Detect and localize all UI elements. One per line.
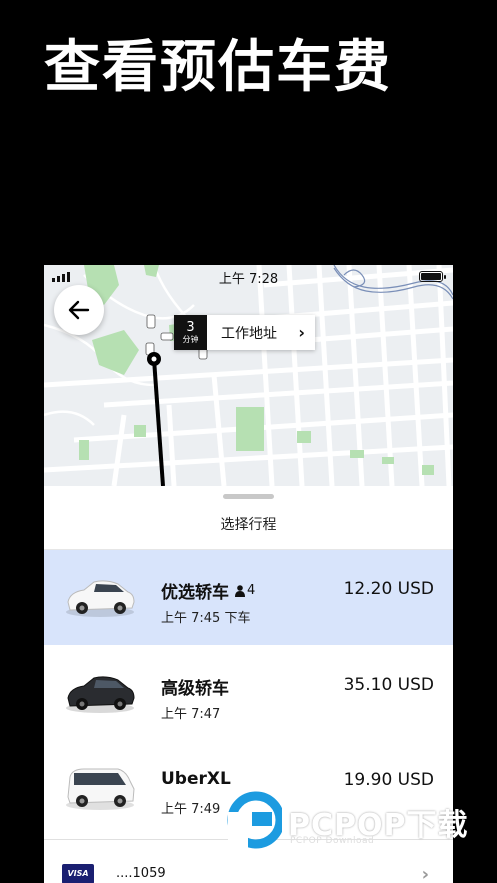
ride-name: 高级轿车	[161, 674, 229, 699]
white-van-icon	[66, 768, 135, 810]
card-number: ....1059	[116, 866, 166, 881]
ride-name-text: UberXL	[161, 769, 231, 789]
capacity-count: 4	[247, 583, 256, 598]
map-view[interactable]	[44, 265, 453, 486]
ride-price: 12.20 USD	[343, 579, 434, 599]
ride-dropoff-time: 上午 7:49	[161, 802, 221, 817]
ride-dropoff-time: 上午 7:47	[161, 707, 221, 722]
ride-name-text: 高级轿车	[161, 679, 229, 699]
drag-handle[interactable]	[223, 494, 274, 499]
visa-card-icon: VISA	[62, 864, 94, 883]
ride-dropoff-time: 上午 7:45 下车	[161, 611, 251, 626]
eta-unit: 分钟	[182, 334, 199, 344]
white-sedan-icon	[66, 580, 135, 617]
pcpop-logo-icon	[227, 791, 285, 852]
chevron-right-icon: ›	[298, 323, 305, 342]
ride-name: UberXL	[161, 769, 231, 789]
ride-price: 19.90 USD	[343, 770, 434, 790]
sheet-title: 选择行程	[220, 517, 277, 533]
destination-label-box: 工作地址 ›	[207, 315, 315, 350]
map-canvas	[44, 265, 453, 486]
black-sedan-icon	[66, 676, 135, 713]
watermark: PCPOP下载 PCPOP Download	[226, 790, 486, 860]
status-time: 上午 7:28	[218, 272, 279, 287]
destination-label: 工作地址	[221, 325, 277, 342]
battery-icon	[419, 271, 446, 282]
ride-name-text: 优选轿车	[161, 583, 229, 603]
arrow-left-icon	[68, 300, 90, 320]
eta-number: 3	[186, 319, 195, 335]
watermark-sub: PCPOP Download	[290, 836, 375, 846]
person-icon	[235, 584, 245, 597]
eta-badge: 3 分钟	[174, 315, 207, 350]
ride-name: 优选轿车 4	[161, 578, 255, 603]
status-bar: 上午 7:28	[44, 265, 453, 287]
destination-pill[interactable]: 3 分钟 工作地址 ›	[174, 315, 315, 350]
capacity: 4	[235, 583, 255, 598]
chevron-right-icon: ›	[421, 864, 429, 883]
ride-price: 35.10 USD	[343, 675, 434, 695]
back-button[interactable]	[54, 285, 104, 335]
ride-option-black[interactable]: 高级轿车 上午 7:47 35.10 USD	[44, 646, 453, 741]
ride-option-uberx[interactable]: 优选轿车 4 上午 7:45 下车 12.20 USD	[44, 550, 453, 645]
headline: 查看预估车费	[44, 35, 392, 100]
